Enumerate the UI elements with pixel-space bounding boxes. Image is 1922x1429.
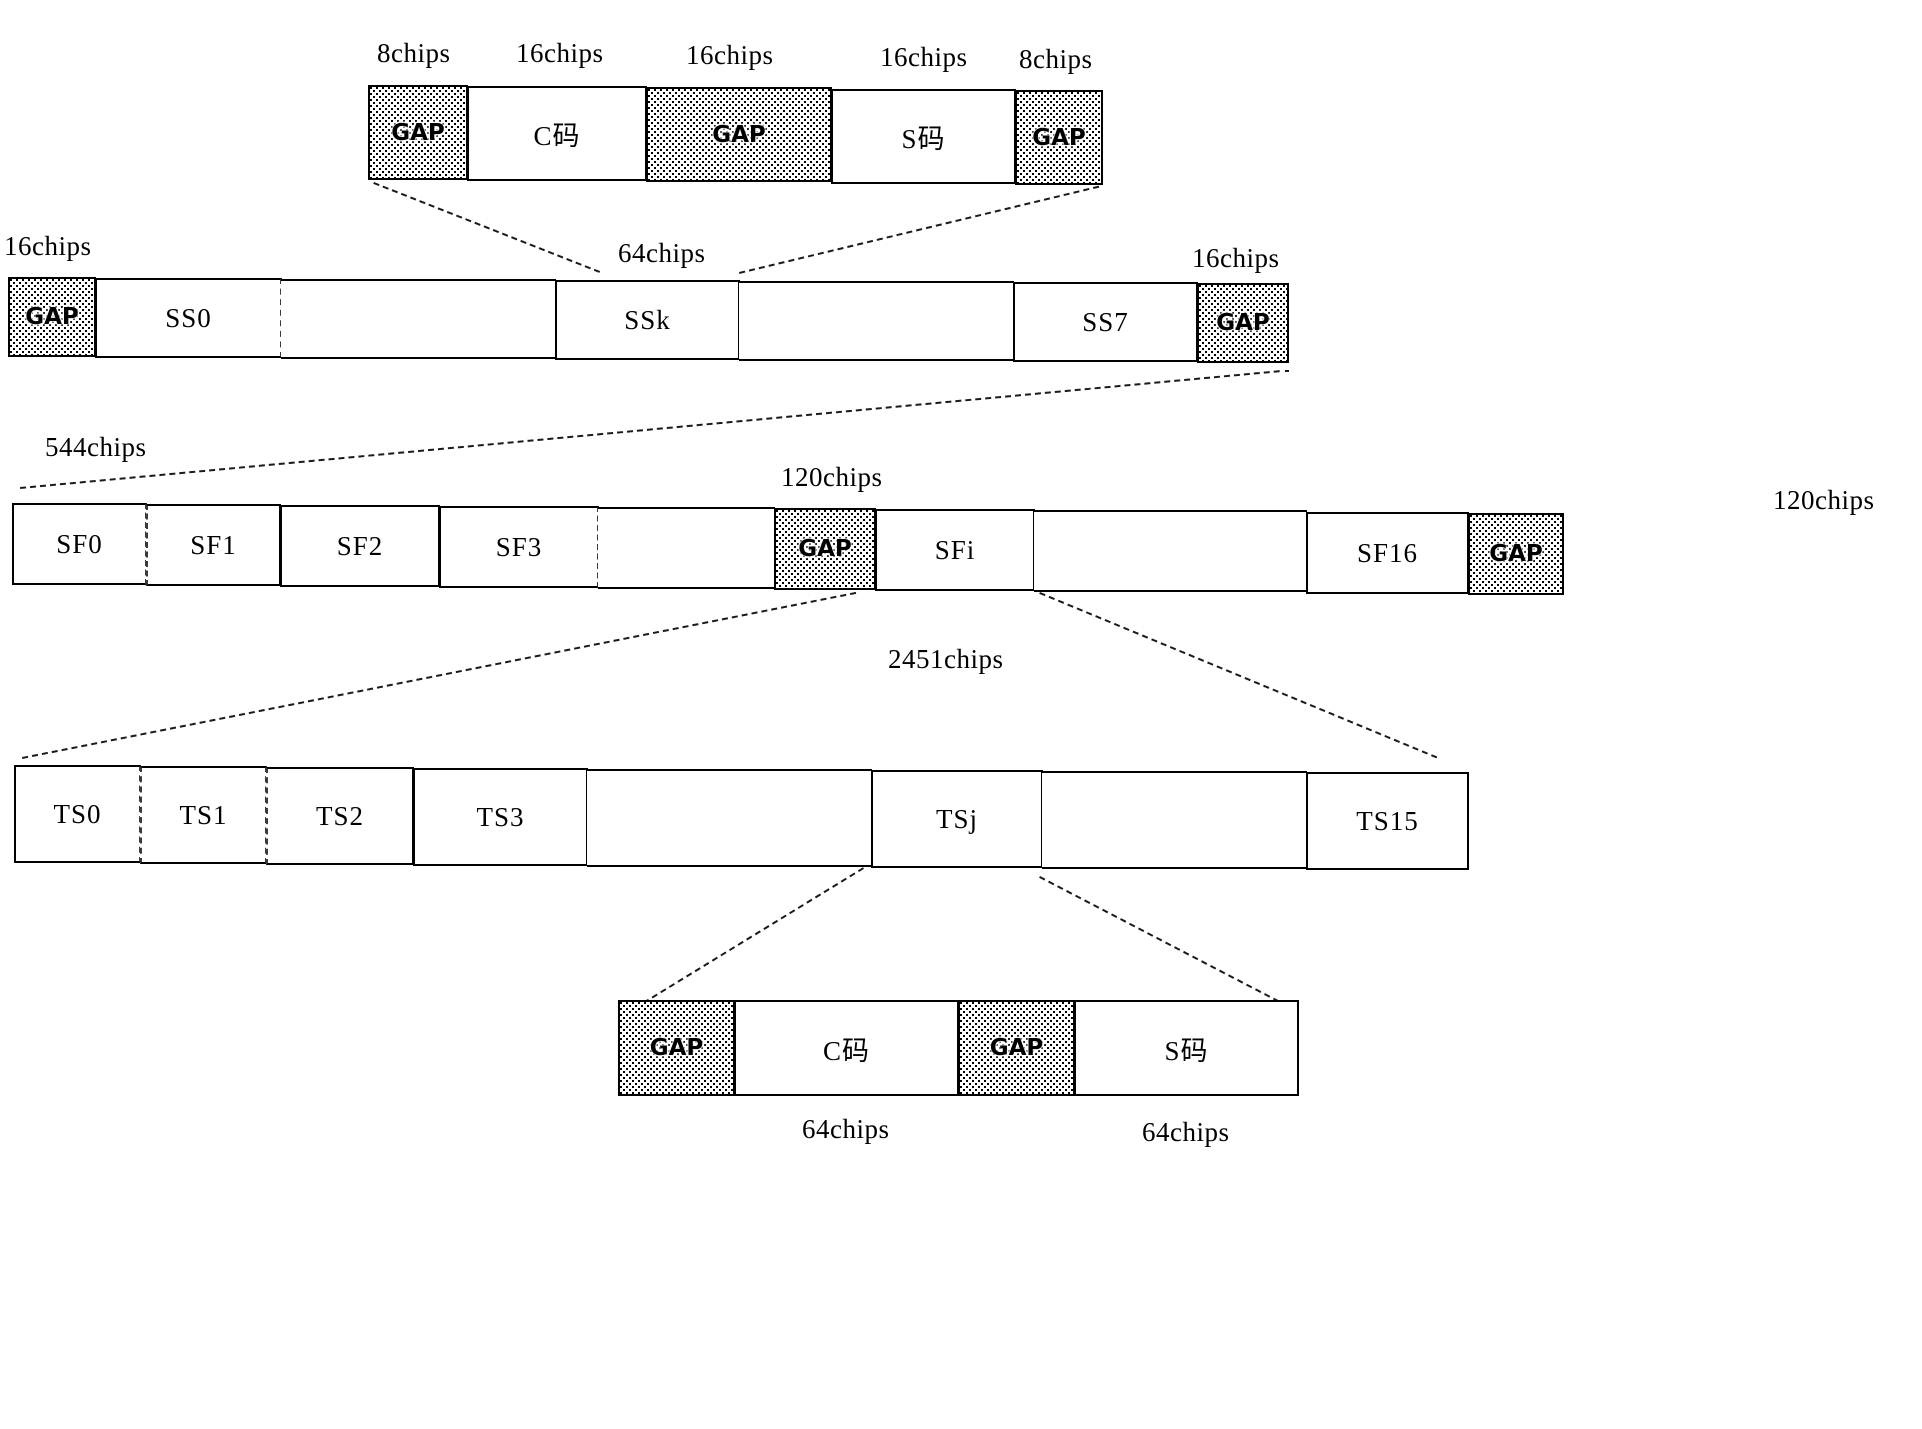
leader-line-tsdetail-right xyxy=(1039,876,1298,1012)
cell-ts1: TS1 xyxy=(140,766,267,864)
cell-ss-gap-left: GAP xyxy=(8,277,96,357)
cell-sfi: SFi xyxy=(875,509,1035,591)
cell-ts-ellipsis-left xyxy=(587,769,872,867)
cell-ss-detail-gap-3: GAP xyxy=(1015,90,1103,185)
annotation-ss-detail-3: 16chips xyxy=(880,42,968,72)
cell-ss7: SS7 xyxy=(1013,282,1198,362)
annotation-ts-detail-0: 64chips xyxy=(802,1114,890,1144)
annotation-ss-center: 64chips xyxy=(618,238,706,268)
cell-ts15: TS15 xyxy=(1306,772,1469,870)
cell-sf0: SF0 xyxy=(12,503,147,585)
cell-ts-detail-gap-2: GAP xyxy=(958,1000,1075,1096)
cell-ts3: TS3 xyxy=(413,768,588,866)
annotation-ss-left: 16chips xyxy=(4,231,92,261)
leader-line-tsdetail-left xyxy=(643,867,865,1004)
annotation-sf-left: 544chips xyxy=(45,432,147,462)
annotation-ts-center: 2451chips xyxy=(888,644,1004,674)
cell-ts-detail-c-code: C码 xyxy=(734,1000,959,1096)
leader-line-sf-right xyxy=(1285,370,1289,372)
cell-ts0: TS0 xyxy=(14,765,141,863)
annotation-ts-detail-1: 64chips xyxy=(1142,1117,1230,1147)
annotation-sf-center: 120chips xyxy=(781,462,883,492)
cell-ss0: SS0 xyxy=(95,278,282,358)
cell-ssk: SSk xyxy=(555,280,740,360)
annotation-ss-right: 16chips xyxy=(1192,243,1280,273)
cell-ss-ellipsis-right xyxy=(739,281,1014,361)
cell-tsj: TSj xyxy=(871,770,1043,868)
cell-ss-detail-gap-1: GAP xyxy=(368,85,468,180)
cell-ss-gap-right: GAP xyxy=(1197,283,1289,363)
cell-sf-ellipsis-left xyxy=(598,507,775,589)
cell-ts-ellipsis-right xyxy=(1042,771,1307,869)
cell-ss-ellipsis-left xyxy=(281,279,556,359)
cell-sf-ellipsis-right xyxy=(1034,510,1307,592)
cell-ts2: TS2 xyxy=(266,767,414,865)
diagram-canvas: 8chips 16chips 16chips 16chips 8chips GA… xyxy=(0,0,1922,1429)
cell-sf1: SF1 xyxy=(146,504,281,586)
leader-line-ssk-right xyxy=(739,185,1100,274)
leader-line-ts-right xyxy=(1039,592,1438,759)
cell-ts-detail-gap-1: GAP xyxy=(618,1000,735,1096)
annotation-ss-detail-2: 16chips xyxy=(686,40,774,70)
cell-ss-detail-s-code: S码 xyxy=(831,89,1016,184)
annotation-ss-detail-4: 8chips xyxy=(1019,44,1093,74)
leader-line-ts-left xyxy=(22,591,857,759)
cell-ss-detail-gap-2: GAP xyxy=(646,87,832,182)
cell-sf2: SF2 xyxy=(280,505,440,587)
annotation-sf-right: 120chips xyxy=(1773,485,1875,515)
cell-sf16: SF16 xyxy=(1306,512,1469,594)
cell-ts-detail-s-code: S码 xyxy=(1074,1000,1299,1096)
annotation-ss-detail-1: 16chips xyxy=(516,38,604,68)
leader-line-sf-left xyxy=(20,370,1280,489)
cell-ss-detail-c-code: C码 xyxy=(467,86,647,181)
cell-sf-gap-mid: GAP xyxy=(774,508,876,590)
annotation-ss-detail-0: 8chips xyxy=(377,38,451,68)
leader-line-ssk-left xyxy=(373,182,601,273)
cell-sf3: SF3 xyxy=(439,506,599,588)
cell-sf-gap-right: GAP xyxy=(1468,513,1564,595)
